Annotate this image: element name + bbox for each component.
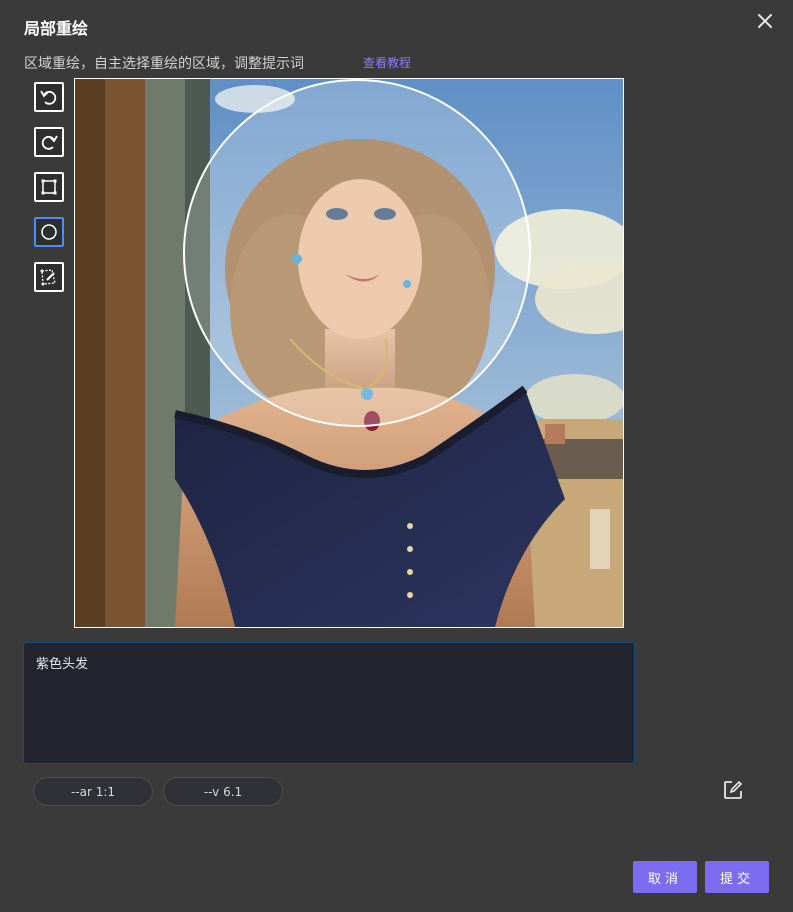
rectangle-select-icon — [41, 179, 57, 195]
circle-mask-selection — [183, 79, 531, 427]
circle-select-button[interactable] — [34, 217, 64, 247]
dialog-title: 局部重绘 — [24, 19, 89, 38]
undo-icon — [40, 90, 57, 105]
undo-button[interactable] — [34, 82, 64, 112]
submit-button[interactable]: 提交 — [705, 861, 769, 893]
rectangle-select-button[interactable] — [34, 172, 64, 202]
portrait-image — [75, 79, 623, 627]
lasso-select-button[interactable] — [34, 262, 64, 292]
redo-icon — [41, 135, 58, 150]
close-icon[interactable] — [754, 10, 776, 32]
param-aspect-ratio[interactable]: --ar 1:1 — [33, 777, 153, 806]
prompt-input[interactable]: 紫色头发 — [23, 642, 635, 764]
edit-icon[interactable] — [722, 779, 744, 801]
inpaint-canvas[interactable] — [74, 78, 624, 628]
dialog-subtitle: 区域重绘，自主选择重绘的区域，调整提示词 — [24, 56, 304, 72]
circle-select-icon — [41, 224, 57, 240]
param-version[interactable]: --v 6.1 — [163, 777, 283, 806]
tutorial-link[interactable]: 查看教程 — [363, 54, 411, 71]
lasso-select-icon — [40, 269, 56, 286]
cancel-button[interactable]: 取消 — [633, 861, 697, 893]
redo-button[interactable] — [34, 127, 64, 157]
